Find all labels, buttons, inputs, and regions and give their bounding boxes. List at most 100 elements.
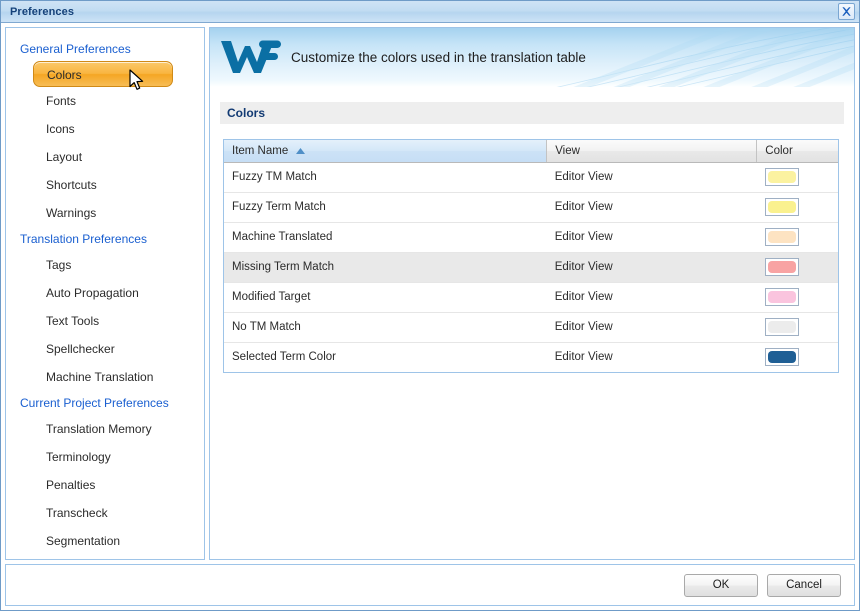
cell-view: Editor View <box>546 282 757 313</box>
color-swatch-fill <box>767 171 796 183</box>
dialog-body: General Preferences Colors Fonts Icons L… <box>1 23 859 560</box>
cell-view: Editor View <box>546 342 757 372</box>
color-swatch[interactable] <box>764 168 799 186</box>
cancel-button[interactable]: Cancel <box>767 573 841 597</box>
color-swatch-fill <box>767 351 796 364</box>
sidebar-item-label: Segmentation <box>46 534 121 548</box>
color-swatch-fill <box>767 321 796 333</box>
cell-view: Editor View <box>546 252 757 283</box>
column-header-view[interactable]: View <box>546 140 758 163</box>
sidebar-item-shortcuts[interactable]: Shortcuts <box>6 171 204 199</box>
cell-color[interactable] <box>756 312 838 343</box>
sidebar-item-warnings[interactable]: Warnings <box>6 199 204 227</box>
cell-color[interactable] <box>756 162 838 193</box>
sidebar-item-auto-propagation[interactable]: Auto Propagation <box>6 279 204 307</box>
section-header: Colors <box>220 102 844 124</box>
ok-button[interactable]: OK <box>684 573 758 597</box>
banner-description: Customize the colors used in the transla… <box>291 50 586 65</box>
sidebar-item-label: Text Tools <box>46 314 100 328</box>
sidebar-item-fonts[interactable]: Fonts <box>6 87 204 115</box>
sidebar-item-label: Tags <box>46 258 72 272</box>
sidebar-item-label: Spellchecker <box>46 342 115 356</box>
sidebar-item-text-tools[interactable]: Text Tools <box>6 307 204 335</box>
sidebar-item-label: Auto Propagation <box>46 286 139 300</box>
sidebar-item-label: Transcheck <box>46 506 108 520</box>
sidebar-item-label: Terminology <box>46 450 111 464</box>
cell-item-name: Missing Term Match <box>224 252 547 283</box>
close-icon <box>841 6 852 17</box>
sidebar-group-current-project: Current Project Preferences Translation … <box>6 391 204 555</box>
sidebar-item-label: Colors <box>47 68 82 82</box>
cell-item-name: Machine Translated <box>224 222 547 253</box>
sidebar-item-label: Fonts <box>46 94 77 108</box>
page-banner: Customize the colors used in the transla… <box>210 28 854 88</box>
cell-item-name: Fuzzy Term Match <box>224 192 547 223</box>
sidebar-item-colors[interactable]: Colors <box>33 61 173 87</box>
sidebar-group-title-current-project: Current Project Preferences <box>20 396 169 410</box>
sidebar-group-title-translation: Translation Preferences <box>20 232 147 246</box>
cell-color[interactable] <box>756 282 838 313</box>
sidebar-item-label: Penalties <box>46 478 96 492</box>
cell-item-name: Selected Term Color <box>224 342 547 372</box>
color-swatch[interactable] <box>764 318 799 336</box>
cell-color[interactable] <box>756 342 838 372</box>
color-swatch-fill <box>767 231 796 243</box>
cell-view: Editor View <box>546 312 757 343</box>
color-swatch-fill <box>767 201 796 213</box>
color-swatch[interactable] <box>764 348 799 367</box>
sidebar-item-label: Icons <box>46 122 75 136</box>
title-bar: Preferences <box>1 1 859 23</box>
section-title: Colors <box>227 106 266 120</box>
cell-color[interactable] <box>756 192 838 223</box>
table-row[interactable]: Missing Term Match Editor View <box>224 252 838 283</box>
column-header-label: Color <box>765 144 793 157</box>
sidebar-item-translation-memory[interactable]: Translation Memory <box>6 415 204 443</box>
color-swatch[interactable] <box>764 288 799 306</box>
cell-item-name: No TM Match <box>224 312 547 343</box>
sidebar-item-segmentation[interactable]: Segmentation <box>6 527 204 555</box>
color-swatch[interactable] <box>764 228 799 246</box>
sidebar-group-translation: Translation Preferences Tags Auto Propag… <box>6 227 204 391</box>
sidebar-item-tags[interactable]: Tags <box>6 251 204 279</box>
sidebar-item-terminology[interactable]: Terminology <box>6 443 204 471</box>
color-swatch[interactable] <box>764 258 799 276</box>
sidebar-item-spellchecker[interactable]: Spellchecker <box>6 335 204 363</box>
color-swatch[interactable] <box>764 198 799 216</box>
sidebar-item-icons[interactable]: Icons <box>6 115 204 143</box>
column-header-label: View <box>555 144 580 157</box>
sidebar-item-machine-translation[interactable]: Machine Translation <box>6 363 204 391</box>
sort-ascending-icon <box>296 145 306 157</box>
table-header-row: Item Name View Color <box>224 140 838 163</box>
colors-table: Item Name View Color Fuzzy TM Match Edit… <box>224 140 838 372</box>
cell-view: Editor View <box>546 162 757 193</box>
table-row[interactable]: Selected Term Color Editor View <box>224 342 838 372</box>
preferences-dialog: Preferences General Preferences Colors F… <box>0 0 860 611</box>
sidebar-item-transcheck[interactable]: Transcheck <box>6 499 204 527</box>
sidebar-item-label: Translation Memory <box>46 422 152 436</box>
column-header-item-name[interactable]: Item Name <box>224 140 548 163</box>
cell-item-name: Modified Target <box>224 282 547 313</box>
preferences-sidebar: General Preferences Colors Fonts Icons L… <box>5 27 205 560</box>
table-row[interactable]: No TM Match Editor View <box>224 312 838 343</box>
table-row[interactable]: Fuzzy TM Match Editor View <box>224 162 838 193</box>
table-row[interactable]: Modified Target Editor View <box>224 282 838 313</box>
cell-color[interactable] <box>756 222 838 253</box>
sidebar-item-penalties[interactable]: Penalties <box>6 471 204 499</box>
sidebar-item-layout[interactable]: Layout <box>6 143 204 171</box>
dialog-footer: OK Cancel <box>5 564 855 606</box>
colors-table-container: Item Name View Color Fuzzy TM Match Edit… <box>223 139 839 373</box>
window-title: Preferences <box>10 5 75 18</box>
column-header-color[interactable]: Color <box>756 140 838 163</box>
preferences-content-pane: Customize the colors used in the transla… <box>209 27 855 560</box>
sidebar-group-general: General Preferences Colors Fonts Icons L… <box>6 37 204 227</box>
color-swatch-fill <box>767 261 796 273</box>
cell-color[interactable] <box>756 252 838 283</box>
sidebar-item-label: Shortcuts <box>46 178 97 192</box>
sidebar-group-title-general: General Preferences <box>20 42 131 56</box>
cell-item-name: Fuzzy TM Match <box>224 162 547 193</box>
table-row[interactable]: Fuzzy Term Match Editor View <box>224 192 838 223</box>
close-button[interactable] <box>838 3 855 20</box>
table-row[interactable]: Machine Translated Editor View <box>224 222 838 253</box>
wordfast-wf-logo-icon <box>219 34 283 81</box>
color-swatch-fill <box>767 291 796 303</box>
